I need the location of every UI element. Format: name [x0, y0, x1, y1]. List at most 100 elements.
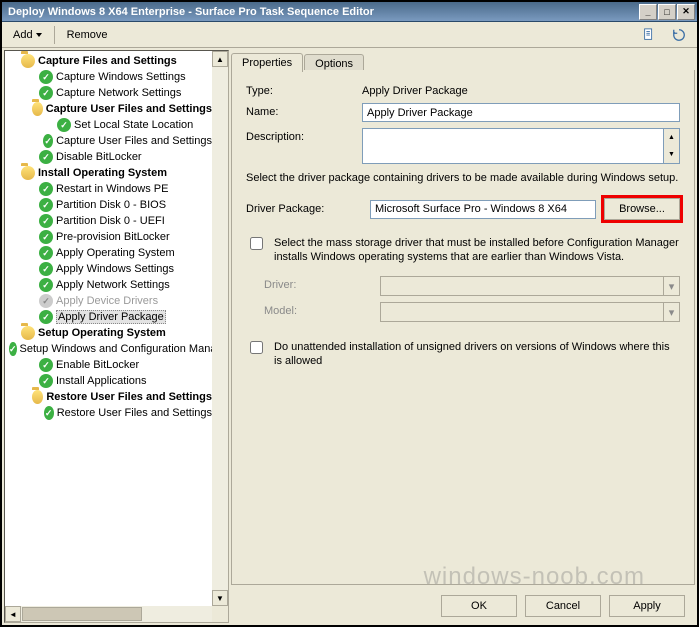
- tree-item-label: Apply Device Drivers: [56, 295, 158, 307]
- check-icon: ✓: [39, 86, 53, 100]
- tree-item-label: Apply Network Settings: [56, 279, 170, 291]
- task-sequence-tree[interactable]: Capture Files and Settings ✓Capture Windo…: [4, 50, 229, 623]
- ok-button[interactable]: OK: [441, 595, 517, 617]
- tree-item[interactable]: ✓Partition Disk 0 - BIOS: [5, 197, 212, 213]
- content-area: Capture Files and Settings ✓Capture Windo…: [2, 48, 697, 625]
- mass-storage-checkbox[interactable]: [250, 237, 263, 250]
- disabled-icon: ✓: [39, 294, 53, 308]
- tree-item-label: Restore User Files and Settings: [46, 391, 212, 403]
- name-label: Name:: [246, 103, 362, 118]
- dialog-buttons: OK Cancel Apply: [441, 595, 685, 617]
- folder-icon: [32, 390, 43, 404]
- type-label: Type:: [246, 82, 362, 97]
- tree-item[interactable]: ✓Restore User Files and Settings: [5, 405, 212, 421]
- tree-scrollbar-horizontal[interactable]: ◄ ►: [5, 606, 228, 622]
- tree-item-label: Capture Files and Settings: [38, 55, 177, 67]
- tree-item[interactable]: ✓Setup Windows and Configuration Manager: [5, 341, 212, 357]
- scroll-corner: [212, 606, 228, 622]
- tree-item[interactable]: Setup Operating System: [5, 325, 212, 341]
- unattended-label: Do unattended installation of unsigned d…: [274, 340, 680, 368]
- tree-item[interactable]: ✓Enable BitLocker: [5, 357, 212, 373]
- browse-button[interactable]: Browse...: [604, 198, 680, 220]
- driver-package-help-text: Select the driver package containing dri…: [246, 172, 680, 184]
- tree-item-label: Apply Driver Package: [56, 310, 166, 324]
- refresh-icon: [672, 28, 686, 42]
- tree-item-label: Apply Windows Settings: [56, 263, 174, 275]
- tree-item[interactable]: ✓Set Local State Location: [5, 117, 212, 133]
- scroll-up-button[interactable]: ▲: [212, 51, 228, 67]
- check-icon: ✓: [39, 246, 53, 260]
- check-icon: ✓: [39, 374, 53, 388]
- folder-icon: [21, 54, 35, 68]
- tree-item[interactable]: ✓Pre-provision BitLocker: [5, 229, 212, 245]
- chevron-down-icon: [36, 33, 42, 37]
- tree-item[interactable]: Capture Files and Settings: [5, 53, 212, 69]
- tree-item[interactable]: Restore User Files and Settings: [5, 389, 212, 405]
- desc-scroll-down[interactable]: ▼: [664, 146, 679, 163]
- driver-package-field[interactable]: [370, 200, 596, 219]
- remove-button[interactable]: Remove: [60, 26, 115, 44]
- properties-pane: Properties Options Type: Apply Driver Pa…: [231, 50, 695, 623]
- tree-item-label: Capture Network Settings: [56, 87, 181, 99]
- check-icon: ✓: [57, 118, 71, 132]
- tree-item-label: Restart in Windows PE: [56, 183, 168, 195]
- tree-item[interactable]: ✓Partition Disk 0 - UEFI: [5, 213, 212, 229]
- description-label: Description:: [246, 128, 362, 143]
- name-field[interactable]: [362, 103, 680, 122]
- scroll-thumb[interactable]: [22, 607, 142, 621]
- window-controls: _ □ ✕: [638, 4, 695, 20]
- tab-properties[interactable]: Properties: [231, 53, 303, 72]
- check-icon: ✓: [39, 198, 53, 212]
- tree-item[interactable]: ✓Capture User Files and Settings: [5, 133, 212, 149]
- tree-item-label: Install Operating System: [38, 167, 167, 179]
- check-icon: ✓: [9, 342, 17, 356]
- tree-item[interactable]: Capture User Files and Settings: [5, 101, 212, 117]
- tree-item[interactable]: ✓Apply Network Settings: [5, 277, 212, 293]
- check-icon: ✓: [39, 358, 53, 372]
- tree-item[interactable]: ✓Apply Windows Settings: [5, 261, 212, 277]
- tree-item[interactable]: ✓Disable BitLocker: [5, 149, 212, 165]
- maximize-button[interactable]: □: [658, 4, 676, 20]
- apply-button[interactable]: Apply: [609, 595, 685, 617]
- toolbar-divider: [54, 26, 55, 44]
- tab-strip: Properties Options: [231, 52, 695, 72]
- scroll-left-button[interactable]: ◄: [5, 606, 21, 622]
- check-icon: ✓: [39, 262, 53, 276]
- add-menu[interactable]: Add: [6, 26, 49, 44]
- tree-item-label: Partition Disk 0 - BIOS: [56, 199, 166, 211]
- chevron-down-icon: ▾: [663, 277, 679, 295]
- toolbar-icon-1[interactable]: [635, 25, 663, 45]
- remove-label: Remove: [67, 29, 108, 41]
- driver-combo: ▾: [380, 276, 680, 296]
- check-icon: ✓: [39, 278, 53, 292]
- tree-item-label: Install Applications: [56, 375, 147, 387]
- tree-item-label: Disable BitLocker: [56, 151, 142, 163]
- tree-item[interactable]: Install Operating System: [5, 165, 212, 181]
- tree-item-label: Partition Disk 0 - UEFI: [56, 215, 165, 227]
- tree-item-label: Apply Operating System: [56, 247, 175, 259]
- new-item-icon: [642, 28, 656, 42]
- tree-item-label: Setup Operating System: [38, 327, 166, 339]
- tree-item[interactable]: ✓Capture Windows Settings: [5, 69, 212, 85]
- close-button[interactable]: ✕: [677, 4, 695, 20]
- description-field[interactable]: [362, 128, 664, 164]
- window-title: Deploy Windows 8 X64 Enterprise - Surfac…: [8, 6, 638, 18]
- chevron-down-icon: ▾: [663, 303, 679, 321]
- cancel-button[interactable]: Cancel: [525, 595, 601, 617]
- tree-item[interactable]: ✓Apply Operating System: [5, 245, 212, 261]
- scroll-down-button[interactable]: ▼: [212, 590, 228, 606]
- desc-scroll-up[interactable]: ▲: [664, 129, 679, 146]
- toolbar-icon-2[interactable]: [665, 25, 693, 45]
- unattended-checkbox[interactable]: [250, 341, 263, 354]
- tree-scrollbar-vertical[interactable]: ▲ ▼: [212, 51, 228, 606]
- title-bar: Deploy Windows 8 X64 Enterprise - Surfac…: [2, 2, 697, 22]
- check-icon: ✓: [44, 406, 54, 420]
- tree-item[interactable]: ✓Restart in Windows PE: [5, 181, 212, 197]
- tree-item[interactable]: ✓Apply Device Drivers: [5, 293, 212, 309]
- tree-item-label: Restore User Files and Settings: [57, 407, 212, 419]
- check-icon: ✓: [39, 70, 53, 84]
- tree-item[interactable]: ✓Apply Driver Package: [5, 309, 212, 325]
- mass-storage-label: Select the mass storage driver that must…: [274, 236, 680, 264]
- minimize-button[interactable]: _: [639, 4, 657, 20]
- folder-icon: [21, 166, 35, 180]
